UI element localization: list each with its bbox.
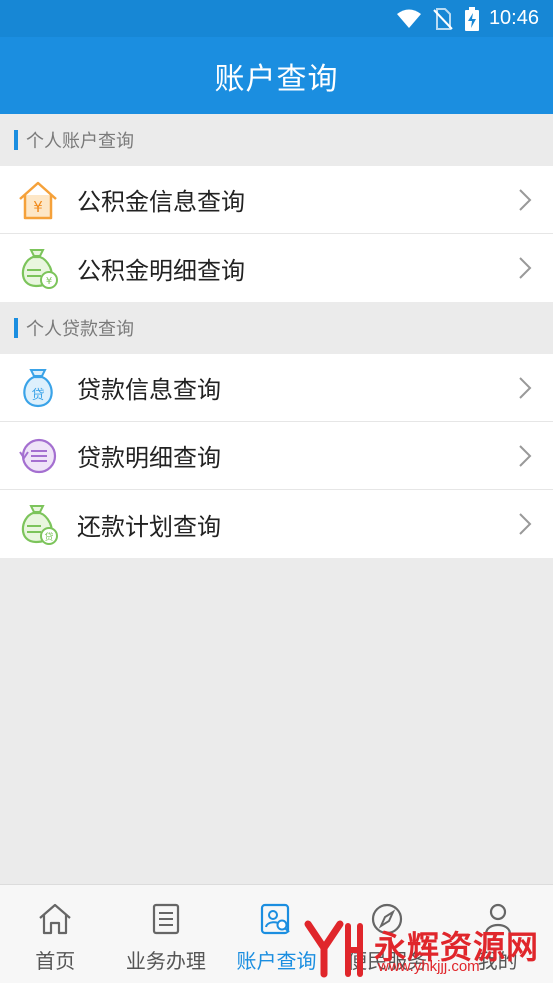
- tab-label: 首页: [35, 949, 76, 973]
- clock: 10:46: [488, 7, 539, 29]
- user-icon: [478, 899, 518, 939]
- wifi-icon: [396, 9, 421, 29]
- svg-text:贷: 贷: [31, 388, 44, 403]
- tab-label: 我的: [477, 949, 518, 973]
- status-bar: 10:46: [0, 0, 553, 37]
- list-item-label: 公积金信息查询: [77, 188, 245, 216]
- list-item-fund-info[interactable]: ¥ 公积金信息查询: [0, 166, 553, 234]
- list-item-label: 还款计划查询: [77, 512, 221, 541]
- content: 个人账户查询 ¥ 公积金信息查询 ¥ 公积金明细查询 个人贷款查询 贷 贷款信息…: [0, 114, 553, 558]
- list-personal-loan: 贷 贷款信息查询 贷款明细查询 贷 还款计划查询: [0, 354, 553, 558]
- section-header-personal-loan: 个人贷款查询: [0, 302, 553, 354]
- section-header-personal-account: 个人账户查询: [0, 114, 553, 166]
- svg-text:¥: ¥: [33, 198, 43, 216]
- no-sim-icon: [433, 7, 453, 30]
- section-accent-bar: [14, 318, 18, 338]
- bottom-tab-bar: 首页 业务办理 账户查询 便民服务 我的: [0, 884, 553, 983]
- moneybag-yuan-icon: ¥: [15, 245, 61, 291]
- list-item-repayment-plan[interactable]: 贷 还款计划查询: [0, 490, 553, 558]
- list-item-loan-info[interactable]: 贷 贷款信息查询: [0, 354, 553, 422]
- list-item-label: 公积金明细查询: [77, 256, 245, 285]
- moneybag-loan-icon: 贷: [15, 501, 61, 547]
- section-title: 个人账户查询: [26, 131, 134, 152]
- tab-label: 便民服务: [347, 949, 428, 973]
- compass-icon: [367, 899, 407, 939]
- list-item-loan-detail[interactable]: 贷款明细查询: [0, 422, 553, 490]
- list-circle-icon: [15, 433, 61, 479]
- chevron-right-icon: [515, 373, 535, 403]
- battery-charging-icon: [464, 6, 479, 31]
- list-item-label: 贷款信息查询: [77, 376, 221, 404]
- svg-text:贷: 贷: [44, 531, 53, 543]
- page-title-bar: 账户查询: [0, 37, 553, 114]
- chevron-right-icon: [515, 253, 535, 283]
- list-personal-account: ¥ 公积金信息查询 ¥ 公积金明细查询: [0, 166, 553, 302]
- loan-bag-icon: 贷: [15, 365, 61, 411]
- home-icon: [35, 899, 75, 939]
- tab-label: 业务办理: [125, 949, 206, 973]
- house-yuan-icon: ¥: [15, 177, 61, 223]
- chevron-right-icon: [515, 185, 535, 215]
- tab-label: 账户查询: [236, 949, 317, 973]
- tab-services[interactable]: 便民服务: [332, 885, 443, 983]
- page-title: 账户查询: [214, 61, 339, 97]
- tab-home[interactable]: 首页: [0, 885, 111, 983]
- document-icon: [146, 899, 186, 939]
- svg-text:¥: ¥: [46, 276, 52, 287]
- account-search-icon: [256, 899, 296, 939]
- chevron-right-icon: [515, 509, 535, 539]
- section-accent-bar: [14, 130, 18, 150]
- tab-business[interactable]: 业务办理: [111, 885, 222, 983]
- list-item-fund-detail[interactable]: ¥ 公积金明细查询: [0, 234, 553, 302]
- tab-account-query[interactable]: 账户查询: [221, 885, 332, 983]
- section-title: 个人贷款查询: [26, 319, 134, 340]
- list-item-label: 贷款明细查询: [77, 444, 221, 472]
- tab-mine[interactable]: 我的: [442, 885, 553, 983]
- chevron-right-icon: [515, 441, 535, 471]
